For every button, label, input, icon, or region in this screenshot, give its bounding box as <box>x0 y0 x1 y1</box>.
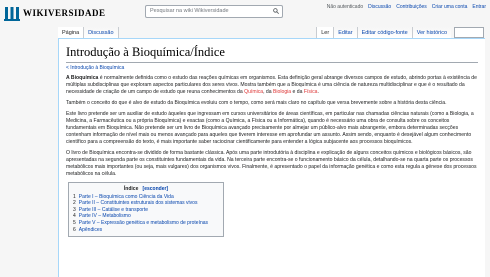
logo-text: WIKIVERSIDADE <box>23 8 106 18</box>
search-placeholder: Pesquisar na wiki Wikiversidade <box>150 8 229 14</box>
toc-number: 1 <box>73 193 76 200</box>
tab-read[interactable]: Ler <box>316 27 334 38</box>
intro-text-3: e da <box>291 89 304 95</box>
intro-paragraph: A Bioquímica é normalmente definida como… <box>66 75 478 96</box>
intro-text-2: , da <box>263 89 274 95</box>
talk-link[interactable]: Discussão <box>368 4 391 10</box>
search-input[interactable]: Pesquisar na wiki Wikiversidade <box>145 5 283 18</box>
biologia-link[interactable]: Biologia <box>273 89 291 95</box>
toc-link[interactable]: Parte I – Bioquímica como Ciência da Vid… <box>79 194 174 200</box>
quimica-link[interactable]: Química <box>244 89 263 95</box>
toc-number: 3 <box>73 206 76 213</box>
intro-text-4: . <box>317 89 319 95</box>
toc-link[interactable]: Parte IV – Metabolismo <box>79 213 131 219</box>
toc-link[interactable]: Parte III – Catálise e transporte <box>79 207 148 213</box>
toc-toggle[interactable]: [esconder] <box>143 186 169 192</box>
toc-number: 6 <box>73 226 76 233</box>
personal-tools: Não autenticado Discussão Contribuições … <box>327 4 486 10</box>
breadcrumb: < Introdução à Bioquímica <box>66 65 478 71</box>
toc-item[interactable]: 1 Parte I – Bioquímica como Ciência da Vi… <box>73 194 219 201</box>
history-paragraph: Também o conceito do que é alvo de estud… <box>66 100 447 106</box>
create-account-link[interactable]: Criar uma conta <box>432 4 468 10</box>
fisica-link[interactable]: Física <box>304 89 318 95</box>
search-icon[interactable] <box>273 8 279 14</box>
toc-heading: Índice <box>123 186 139 192</box>
toc-item[interactable]: 6 Apêndices <box>73 227 219 234</box>
toc-link[interactable]: Parte V – Expressão genética e metabolis… <box>79 220 208 226</box>
tab-edit[interactable]: Editar <box>333 27 357 38</box>
breadcrumb-link[interactable]: < Introdução à Bioquímica <box>66 65 124 71</box>
page-title: Introdução à Bioquímica/Índice <box>66 45 478 63</box>
secondary-search-input[interactable] <box>454 27 484 38</box>
not-logged-in-label: Não autenticado <box>326 4 364 10</box>
audience-paragraph: Este livro pretende ser um auxiliar de e… <box>66 111 474 145</box>
namespace-tabs: Página Discussão <box>58 27 119 38</box>
toc-link[interactable]: Parte II – Constituintes estruturais dos… <box>79 200 198 206</box>
tab-history[interactable]: Ver histórico <box>411 27 451 38</box>
toc-link[interactable]: Apêndices <box>79 227 102 233</box>
intro-bold: A Bioquímica <box>66 75 99 81</box>
tab-page[interactable]: Página <box>58 27 85 38</box>
table-of-contents: Índice [esconder] 1 Parte I – Bioquímica … <box>68 182 224 238</box>
tab-edit-source[interactable]: Editar código-fonte <box>356 27 412 38</box>
toc-title: Índice [esconder] <box>73 186 219 193</box>
contributions-link[interactable]: Contribuições <box>396 4 427 10</box>
main-content: Introdução à Bioquímica/Índice < Introdu… <box>58 38 485 277</box>
login-link[interactable]: Entrar <box>472 4 486 10</box>
toc-item[interactable]: 3 Parte III – Catálise e transporte <box>73 207 219 214</box>
toc-item[interactable]: 2 Parte II – Constituintes estruturais do… <box>73 200 219 207</box>
tab-discussion[interactable]: Discussão <box>84 27 119 38</box>
structure-paragraph: O livro de Bioquímica encontra-se dividi… <box>66 150 477 177</box>
toc-item[interactable]: 4 Parte IV – Metabolismo <box>73 213 219 220</box>
toc-number: 2 <box>73 200 76 207</box>
toc-number: 4 <box>73 213 76 220</box>
toc-number: 5 <box>73 219 76 226</box>
toc-item[interactable]: 5 Parte V – Expressão genética e metaboli… <box>73 220 219 227</box>
sidebar <box>0 38 58 277</box>
view-tabs: Ler Editar Editar código-fonte Ver histó… <box>316 27 484 38</box>
header: WIKIVERSIDADE Pesquisar na wiki Wikivers… <box>0 0 490 28</box>
site-logo[interactable]: WIKIVERSIDADE <box>4 5 106 21</box>
wikiversity-logo-icon <box>4 7 20 21</box>
